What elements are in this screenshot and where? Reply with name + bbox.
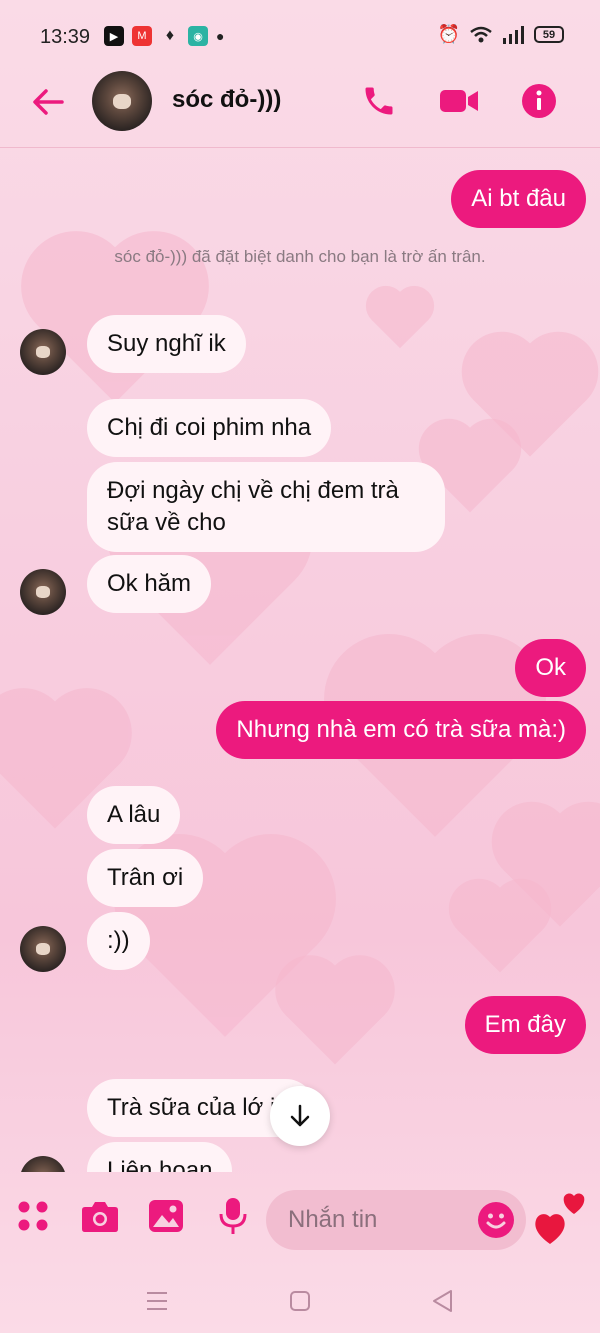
arrow-down-icon [290,1104,310,1127]
signal-icon [503,25,524,44]
heart-icon [535,1193,585,1244]
sender-avatar[interactable] [20,926,66,972]
apps-grid-icon [18,1201,48,1231]
status-time: 13:39 [40,26,91,48]
gallery-button[interactable] [146,1196,186,1236]
message-bubble-incoming[interactable]: Chị đi coi phim nha [87,399,332,457]
message-bubble-outgoing[interactable]: Ok [515,639,586,697]
info-icon [522,84,556,118]
clipped-message-row: Liên hoan [0,1142,600,1172]
message-bubble-incoming[interactable]: :)) [87,912,150,970]
voice-button[interactable] [213,1196,253,1236]
system-nickname-notice: sóc đỏ-))) đã đặt biệt danh cho bạn là t… [114,247,486,266]
contact-name[interactable]: sóc đỏ-))) [172,86,281,114]
message-bubble-incoming[interactable]: Liên hoan [87,1142,233,1172]
back-button[interactable] [28,82,68,122]
recent-apps-button[interactable] [142,1286,172,1316]
microphone-icon [219,1198,247,1234]
emoji-button[interactable] [478,1202,514,1238]
home-square-icon [290,1291,310,1311]
message-bubble-outgoing[interactable]: Ai bt đâu [451,170,586,228]
app-notification-icon: ♦ [165,27,175,44]
system-navigation-bar [0,1272,600,1333]
quick-reaction-button[interactable] [534,1188,590,1248]
youtube-icon: ▶ [104,26,124,46]
message-bubble-outgoing[interactable]: Em đây [464,996,586,1054]
status-bar: 13:39 ▶ M ♦ ◉ ● ⏰ 59 [0,0,600,70]
sender-avatar[interactable] [20,569,66,615]
more-dot-icon: ● [216,28,225,44]
message-bubble-incoming[interactable]: Trân ơi [87,849,204,907]
wifi-icon [470,26,492,42]
phone-icon [365,87,393,115]
chat-header: sóc đỏ-))) [0,62,600,148]
emoji-icon [486,1213,506,1229]
system-icons: ⏰ 59 [438,24,564,45]
video-icon [440,90,478,112]
message-bubble-incoming[interactable]: Ok hăm [87,555,212,613]
sender-avatar[interactable] [20,329,66,375]
apps-button[interactable] [13,1196,53,1236]
message-bubble-incoming[interactable]: Suy nghĩ ik [87,315,246,373]
battery-indicator: 59 [534,26,564,43]
mangatoon-icon: M [132,26,152,46]
camera-button[interactable] [80,1196,120,1236]
alarm-icon: ⏰ [437,24,460,44]
back-arrow-icon [33,89,64,115]
back-triangle-icon [433,1290,452,1312]
image-icon [149,1200,183,1232]
message-bubble-incoming[interactable]: Đợi ngày chị về chị đem trà sữa về cho [87,462,445,552]
sender-avatar[interactable] [20,1156,66,1172]
message-input[interactable]: Nhắn tin [266,1190,526,1250]
contact-avatar[interactable] [92,71,152,131]
menu-lines-icon [147,1292,167,1310]
scroll-to-bottom-button[interactable] [270,1086,330,1146]
back-nav-button[interactable] [428,1286,458,1316]
video-call-button[interactable] [438,80,480,122]
call-button[interactable] [358,80,400,122]
info-button[interactable] [518,80,560,122]
message-composer: Nhắn tin [0,1172,600,1272]
message-bubble-incoming[interactable]: A lâu [87,786,181,844]
message-bubble-outgoing[interactable]: Nhưng nhà em có trà sữa mà:) [216,701,586,759]
app-icon: ◉ [188,26,208,46]
home-button[interactable] [285,1286,315,1316]
camera-icon [82,1202,118,1232]
notification-icons: ▶ M ♦ ◉ ● [104,26,224,46]
message-input-placeholder: Nhắn tin [288,1206,378,1233]
